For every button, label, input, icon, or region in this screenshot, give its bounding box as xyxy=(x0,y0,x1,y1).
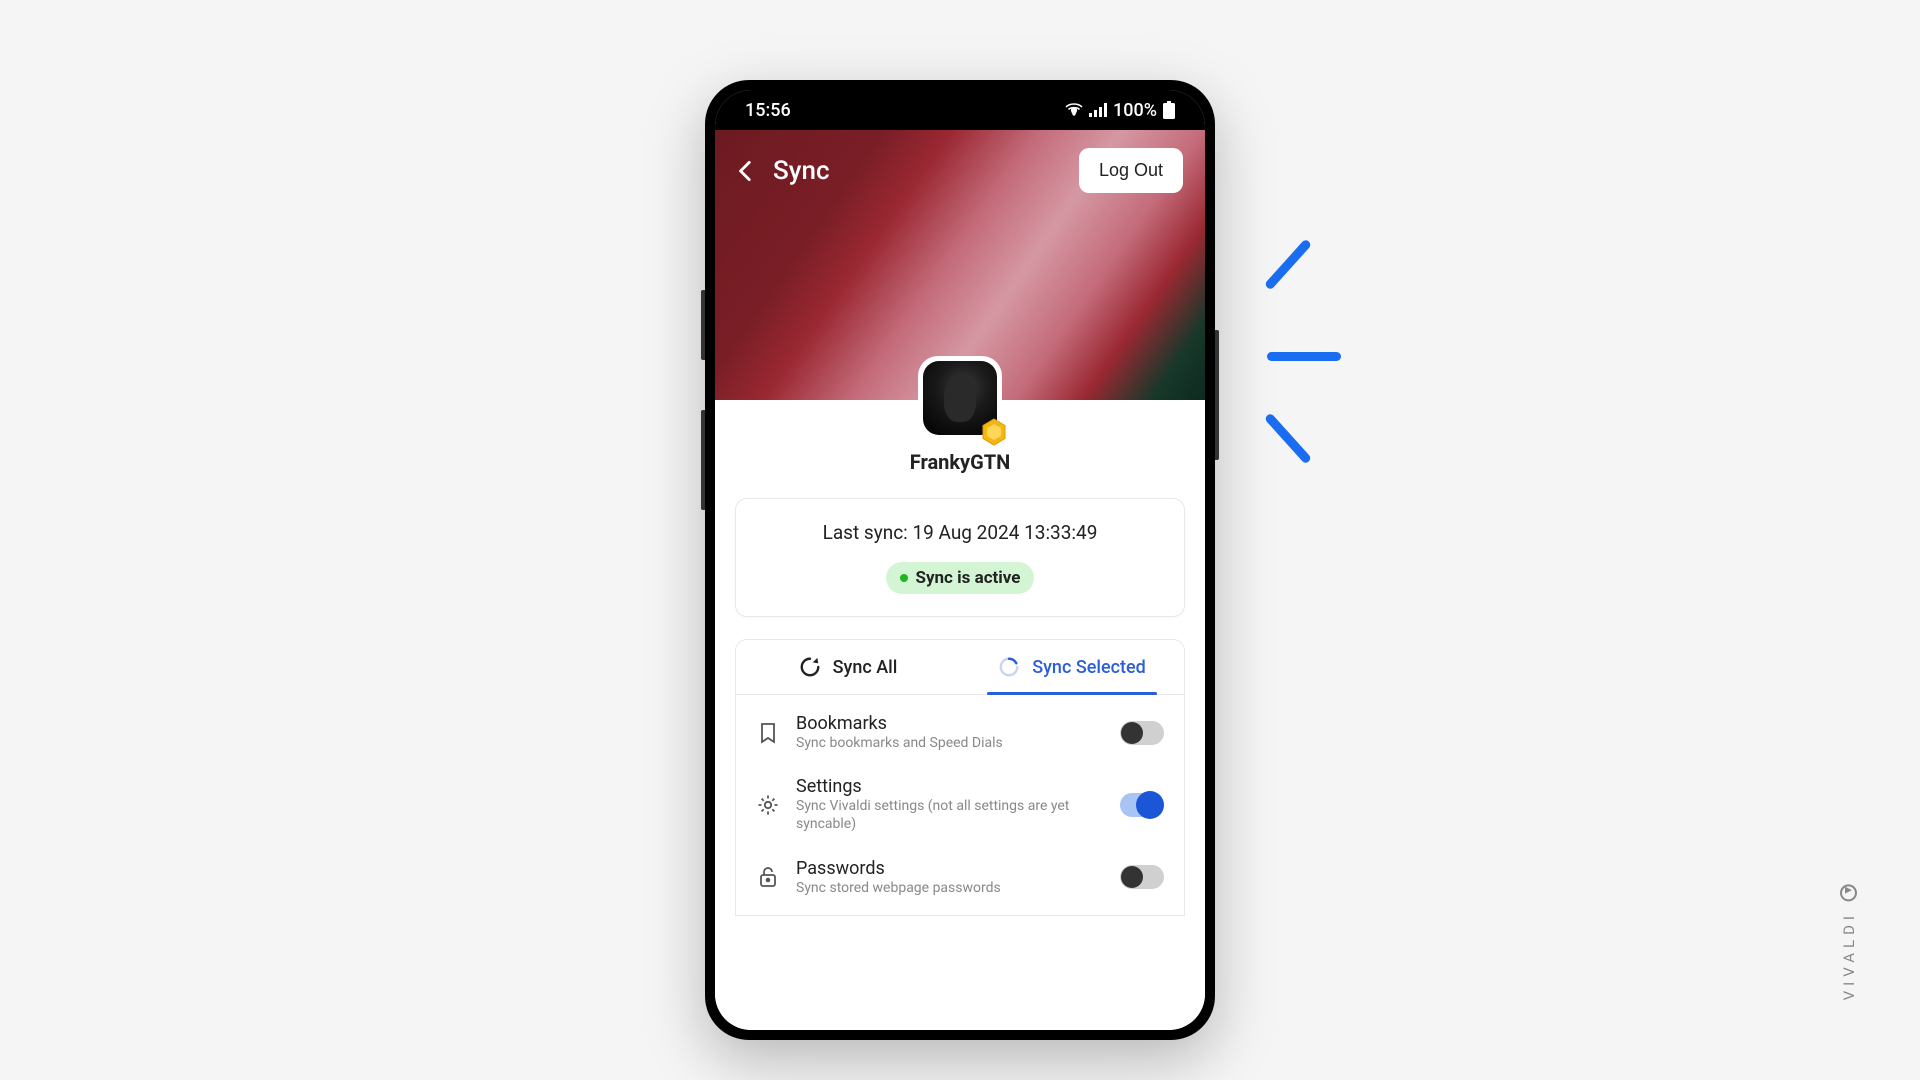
brand-watermark: VIVALDI ▶ xyxy=(1840,884,1858,1000)
phone-frame: 15:56 100% Sync Log Out xyxy=(705,80,1215,1040)
phone-volume-button xyxy=(701,290,705,360)
bookmark-icon xyxy=(756,721,780,745)
wifi-icon xyxy=(1065,103,1083,117)
item-title: Passwords xyxy=(796,858,1104,879)
list-item[interactable]: Bookmarks Sync bookmarks and Speed Dials xyxy=(746,701,1174,764)
sync-status-card: Last sync: 19 Aug 2024 13:33:49 Sync is … xyxy=(735,498,1185,617)
profile-badge-icon xyxy=(980,418,1008,446)
sync-options-card: Sync All Sync Selected Bookmarks Sy xyxy=(735,639,1185,916)
gear-icon xyxy=(756,793,780,817)
brand-play-icon: ▶ xyxy=(1841,884,1858,901)
toggle-bookmarks[interactable] xyxy=(1120,721,1164,745)
tab-sync-selected[interactable]: Sync Selected xyxy=(960,640,1184,694)
username: FrankyGTN xyxy=(715,450,1205,474)
sync-header: Sync Log Out xyxy=(715,130,1205,400)
tab-sync-all[interactable]: Sync All xyxy=(736,640,960,694)
phone-power-button xyxy=(1215,330,1219,460)
tab-label: Sync All xyxy=(833,657,898,678)
back-icon[interactable] xyxy=(733,158,759,184)
lock-icon xyxy=(756,865,780,889)
avatar[interactable] xyxy=(918,356,1002,440)
phone-volume-button xyxy=(701,410,705,510)
sync-active-label: Sync is active xyxy=(916,568,1021,588)
item-title: Settings xyxy=(796,776,1104,797)
list-item[interactable]: Settings Sync Vivaldi settings (not all … xyxy=(746,764,1174,845)
battery-icon xyxy=(1163,101,1175,119)
status-bar: 15:56 100% xyxy=(715,90,1205,130)
sync-active-pill: Sync is active xyxy=(886,562,1035,594)
battery-percent: 100% xyxy=(1113,100,1157,121)
toggle-settings[interactable] xyxy=(1120,793,1164,817)
item-subtitle: Sync bookmarks and Speed Dials xyxy=(796,734,1104,752)
sync-all-icon xyxy=(799,656,821,678)
tab-label: Sync Selected xyxy=(1032,657,1146,678)
logout-button[interactable]: Log Out xyxy=(1079,148,1183,193)
status-time: 15:56 xyxy=(745,100,791,121)
status-dot-icon xyxy=(900,574,908,582)
sync-selected-icon xyxy=(998,656,1020,678)
signal-icon xyxy=(1089,103,1107,117)
page-title: Sync xyxy=(773,156,830,186)
toggle-passwords[interactable] xyxy=(1120,865,1164,889)
brand-text: VIVALDI xyxy=(1840,911,1858,1000)
last-sync-text: Last sync: 19 Aug 2024 13:33:49 xyxy=(754,521,1166,544)
item-subtitle: Sync Vivaldi settings (not all settings … xyxy=(796,797,1104,833)
item-subtitle: Sync stored webpage passwords xyxy=(796,879,1104,897)
item-title: Bookmarks xyxy=(796,713,1104,734)
list-item[interactable]: Passwords Sync stored webpage passwords xyxy=(746,846,1174,909)
